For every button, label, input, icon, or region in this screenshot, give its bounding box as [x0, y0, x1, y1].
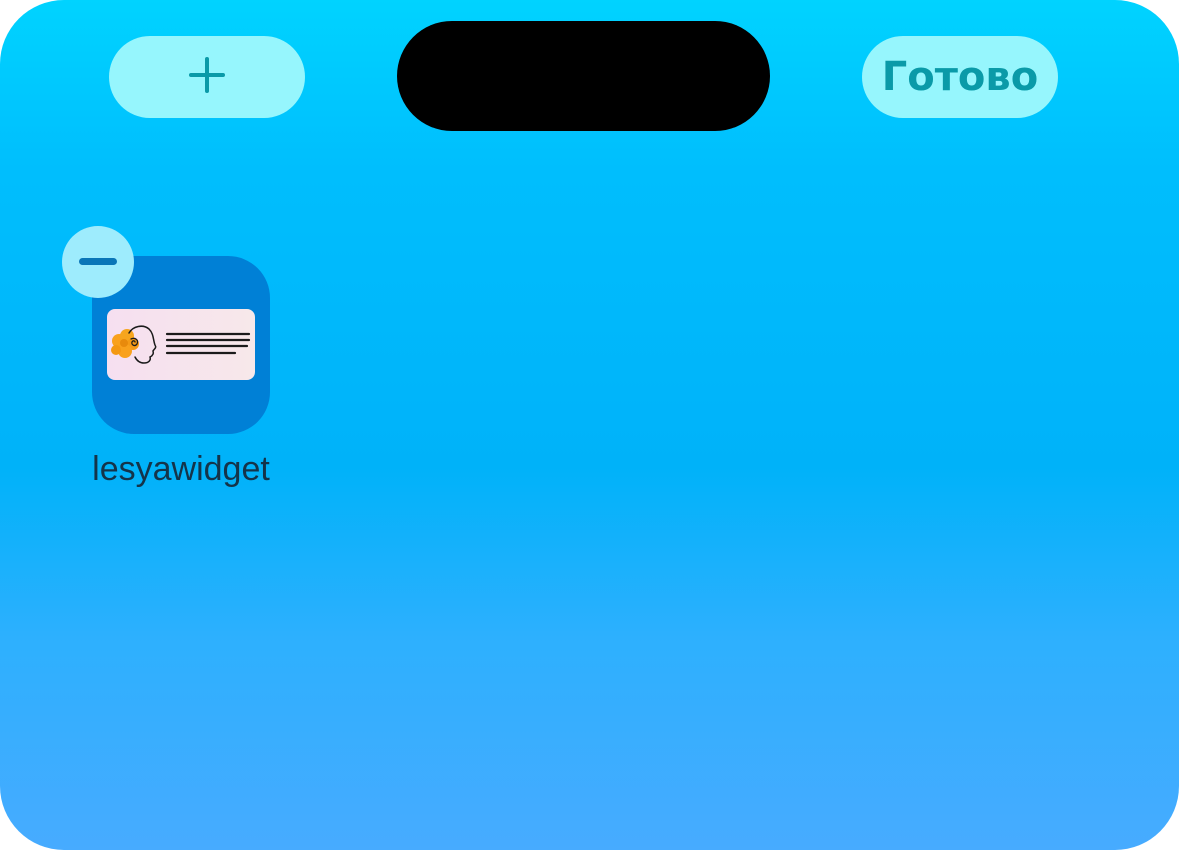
app-label-lesyawidget: lesyawidget [92, 450, 270, 488]
minus-icon [79, 253, 117, 271]
remove-app-button[interactable] [62, 226, 134, 298]
add-widget-button[interactable] [109, 36, 305, 118]
lesya-portrait-icon [111, 325, 251, 364]
home-screen-edit-mode: Готово lesyawidget [0, 0, 1179, 850]
dynamic-island [397, 21, 770, 131]
plus-icon [187, 55, 227, 100]
widget-preview-card [107, 309, 255, 380]
done-button[interactable]: Готово [862, 36, 1058, 118]
